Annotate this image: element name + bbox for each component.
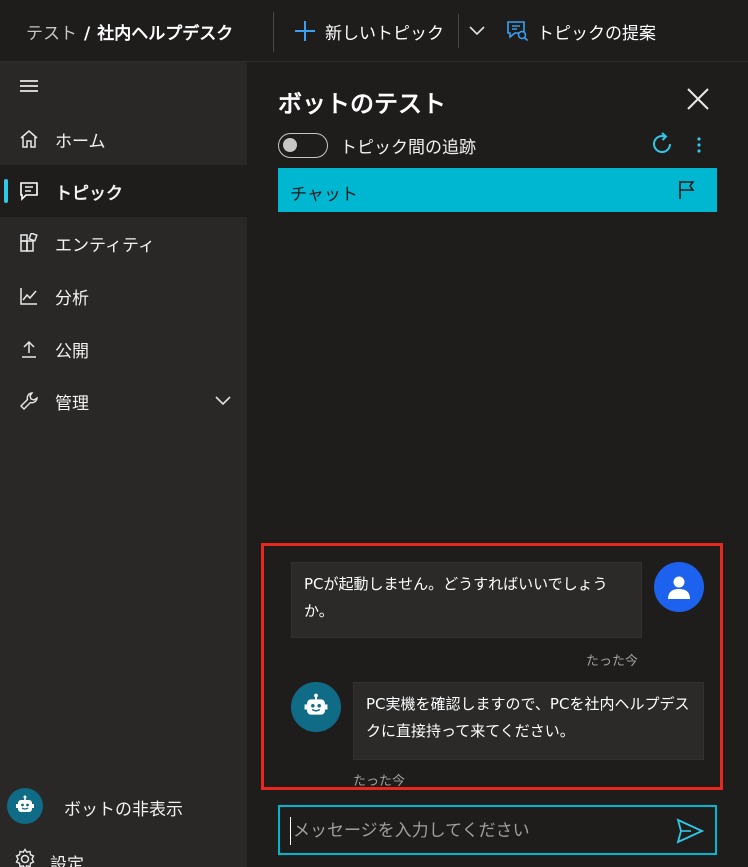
sidebar-item-publish[interactable]: 公開 [0,323,247,375]
sidebar-item-entities[interactable]: エンティティ [0,217,247,269]
panel-title: ボットのテスト [278,90,446,118]
track-topics-row: トピック間の追跡 [278,131,476,159]
settings-label: 設定 [50,855,84,867]
chat-icon [20,182,38,201]
close-icon[interactable] [683,84,713,114]
hide-bot-button[interactable]: ボットの非表示 [0,780,247,832]
suggest-topics-label: トピックの提案 [537,23,656,44]
track-topics-toggle[interactable] [278,132,328,158]
sidebar-item-home[interactable]: ホーム [0,113,247,165]
sidebar-item-topics[interactable]: トピック [0,165,247,217]
breadcrumb-parent[interactable]: テスト [26,24,77,44]
top-bar: テスト / 社内ヘルプデスク 新しいトピック トピックの提案 [0,0,748,62]
bot-avatar [7,788,43,824]
chart-line-icon [20,288,37,305]
chevron-down-icon [469,26,485,36]
active-indicator [4,179,8,203]
entity-icon [20,233,38,252]
hamburger-menu-button[interactable] [20,78,40,96]
left-navigation: ホーム トピック エンティティ 分析 公開 管理 ボットの非表示 設定 [0,62,247,867]
sidebar-item-label: 管理 [55,393,89,414]
hide-bot-label: ボットの非表示 [64,800,183,820]
flag-icon[interactable] [676,179,698,201]
new-topic-label: 新しいトピック [325,23,444,44]
new-topic-button[interactable]: 新しいトピック [293,17,444,45]
home-icon [20,130,38,148]
chat-tab-label: チャット [290,185,358,205]
bot-icon [16,795,34,812]
sidebar-item-analytics[interactable]: 分析 [0,270,247,322]
more-options-icon[interactable] [690,132,708,158]
toggle-knob [283,137,297,152]
refresh-icon[interactable] [648,130,676,158]
sidebar-item-label: エンティティ [55,235,155,256]
sidebar-item-label: トピック [55,183,123,204]
upload-icon [22,340,36,358]
send-icon[interactable] [676,818,704,844]
message-input-box [278,805,717,855]
new-topic-dropdown-button[interactable] [464,18,490,44]
track-topics-label: トピック間の追跡 [340,137,476,158]
split-button-divider [458,14,459,48]
settings-button[interactable]: 設定 [0,840,247,867]
sidebar-item-label: ホーム [55,131,106,152]
gear-icon [15,848,35,867]
suggest-topics-button[interactable]: トピックの提案 [505,17,656,45]
suggest-topics-icon [507,21,529,42]
annotation-highlight-box [261,543,723,790]
toolbar-divider [273,12,274,52]
chat-tab[interactable]: チャット [278,168,717,212]
wrench-icon [20,392,38,410]
plus-icon [293,19,317,43]
chevron-down-icon [215,396,231,406]
breadcrumb: テスト / 社内ヘルプデスク [26,19,233,44]
sidebar-item-manage[interactable]: 管理 [0,375,247,427]
sidebar-item-label: 公開 [55,341,89,362]
sidebar-item-label: 分析 [55,288,89,309]
breadcrumb-current: 社内ヘルプデスク [97,24,234,44]
breadcrumb-separator: / [84,24,91,44]
message-input[interactable] [290,817,660,845]
